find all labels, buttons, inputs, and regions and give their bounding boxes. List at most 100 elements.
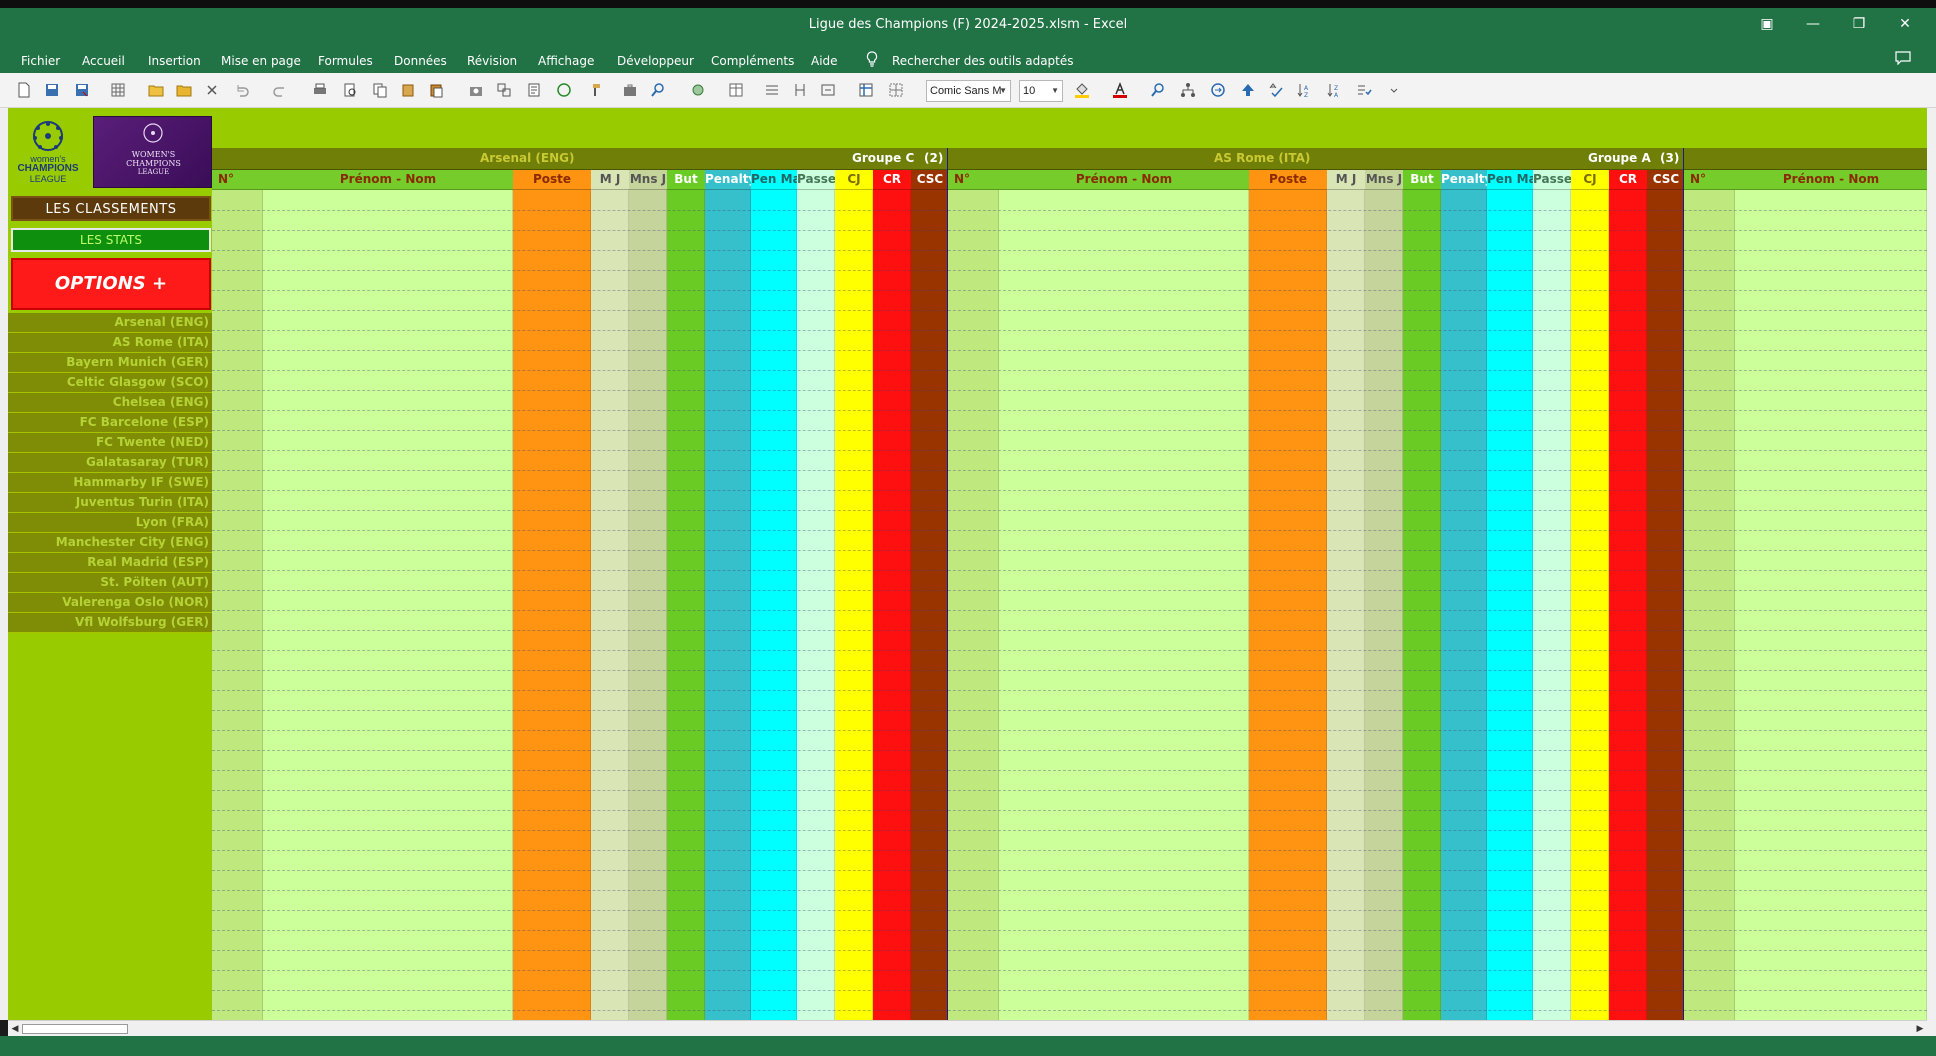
menu-mise-en-page[interactable]: Mise en page xyxy=(221,51,301,71)
column-body[interactable] xyxy=(1647,170,1685,1020)
page-icon[interactable] xyxy=(526,82,542,98)
redo-icon[interactable] xyxy=(272,82,288,98)
column-body[interactable] xyxy=(873,170,911,1020)
stats-button[interactable]: LES STATS xyxy=(11,228,211,252)
column-header[interactable]: Poste xyxy=(1249,170,1327,190)
column-body[interactable] xyxy=(1487,170,1533,1020)
team-link[interactable]: St. Pölten (AUT) xyxy=(8,573,212,593)
column-body[interactable] xyxy=(948,170,999,1020)
column-header[interactable]: N° xyxy=(212,170,263,190)
close-button[interactable]: ✕ xyxy=(1890,14,1920,34)
row-height-icon[interactable] xyxy=(764,82,780,98)
menu-revision[interactable]: Révision xyxy=(467,51,517,71)
column-body[interactable] xyxy=(591,170,629,1020)
scroll-left-icon[interactable]: ◀ xyxy=(8,1021,22,1037)
column-header[interactable]: N° xyxy=(1684,170,1735,190)
minimize-button[interactable]: — xyxy=(1798,14,1828,34)
font-name-select[interactable]: Comic Sans M ▼ xyxy=(926,80,1011,102)
column-body[interactable] xyxy=(1249,170,1327,1020)
column-header[interactable]: But xyxy=(1403,170,1441,190)
team-link[interactable]: Vfl Wolfsburg (GER) xyxy=(8,613,212,633)
menu-accueil[interactable]: Accueil xyxy=(82,51,125,71)
column-body[interactable] xyxy=(1571,170,1609,1020)
arrow-up-icon[interactable] xyxy=(1240,82,1256,98)
scroll-thumb[interactable] xyxy=(22,1024,128,1034)
horizontal-scrollbar[interactable]: ◀ ▶ xyxy=(8,1020,1927,1036)
column-body[interactable] xyxy=(263,170,513,1020)
column-width-icon[interactable] xyxy=(792,82,808,98)
column-body[interactable] xyxy=(1403,170,1441,1020)
table-icon[interactable] xyxy=(728,82,744,98)
scroll-right-icon[interactable]: ▶ xyxy=(1913,1021,1927,1037)
column-header[interactable]: Pen Mar xyxy=(751,170,797,190)
fill-color-icon[interactable] xyxy=(1074,82,1090,98)
paste-format-icon[interactable] xyxy=(400,82,416,98)
column-header[interactable]: Penalty xyxy=(1441,170,1487,190)
team-link[interactable]: Real Madrid (ESP) xyxy=(8,553,212,573)
column-header[interactable]: Prénom - Nom xyxy=(1735,170,1927,190)
new-file-icon[interactable] xyxy=(16,82,32,98)
undo-icon[interactable] xyxy=(234,82,250,98)
column-body[interactable] xyxy=(999,170,1249,1020)
close-file-icon[interactable] xyxy=(204,82,220,98)
spellcheck-icon[interactable] xyxy=(1268,82,1284,98)
column-header[interactable]: Passe xyxy=(797,170,835,190)
format-painter-icon[interactable] xyxy=(586,82,602,98)
menu-donnees[interactable]: Données xyxy=(394,51,447,71)
search-icon[interactable] xyxy=(650,82,666,98)
column-header[interactable]: CJ xyxy=(835,170,873,190)
column-body[interactable] xyxy=(751,170,797,1020)
column-body[interactable] xyxy=(1735,170,1927,1020)
print-icon[interactable] xyxy=(312,82,328,98)
menu-insertion[interactable]: Insertion xyxy=(148,51,201,71)
circle-shape-icon[interactable] xyxy=(556,82,572,98)
column-header[interactable]: But xyxy=(667,170,705,190)
column-body[interactable] xyxy=(1684,170,1735,1020)
worksheet[interactable]: women's CHAMPIONS LEAGUE WOMEN'S CHAMPIO… xyxy=(8,108,1927,1020)
menu-developpeur[interactable]: Développeur xyxy=(617,51,694,71)
go-icon[interactable] xyxy=(1210,82,1226,98)
column-body[interactable] xyxy=(911,170,949,1020)
menu-aide[interactable]: Aide xyxy=(811,51,838,71)
column-body[interactable] xyxy=(513,170,591,1020)
link-icon[interactable] xyxy=(496,82,512,98)
menu-formules[interactable]: Formules xyxy=(318,51,373,71)
checklist-icon[interactable] xyxy=(1356,82,1372,98)
hierarchy-icon[interactable] xyxy=(1180,82,1196,98)
column-header[interactable]: CR xyxy=(1609,170,1647,190)
column-body[interactable] xyxy=(705,170,751,1020)
column-header[interactable]: Poste xyxy=(513,170,591,190)
column-header[interactable]: CR xyxy=(873,170,911,190)
team-link[interactable]: Hammarby IF (SWE) xyxy=(8,473,212,493)
menu-fichier[interactable]: Fichier xyxy=(21,51,60,71)
column-body[interactable] xyxy=(1609,170,1647,1020)
vertical-scrollbar[interactable] xyxy=(1927,108,1936,1036)
team-link[interactable]: FC Barcelone (ESP) xyxy=(8,413,212,433)
stats-grid[interactable]: Arsenal (ENG) Groupe C (2) N° Prénom - Nom Po… xyxy=(212,108,1927,1020)
team-link[interactable]: Celtic Glasgow (SCO) xyxy=(8,373,212,393)
column-header[interactable]: CSC xyxy=(1647,170,1685,190)
team-link[interactable]: Bayern Munich (GER) xyxy=(8,353,212,373)
column-header[interactable]: M J xyxy=(591,170,629,190)
search-tools-input[interactable]: Rechercher des outils adaptés xyxy=(892,51,1074,71)
paste-icon[interactable] xyxy=(428,82,444,98)
save-as-icon[interactable] xyxy=(74,82,90,98)
team-link[interactable]: Valerenga Oslo (NOR) xyxy=(8,593,212,613)
team-link[interactable]: Manchester City (ENG) xyxy=(8,533,212,553)
column-header[interactable]: Passe xyxy=(1533,170,1571,190)
team-link[interactable]: Lyon (FRA) xyxy=(8,513,212,533)
camera-icon[interactable] xyxy=(468,82,484,98)
column-body[interactable] xyxy=(1365,170,1403,1020)
menu-affichage[interactable]: Affichage xyxy=(538,51,594,71)
print-preview-icon[interactable] xyxy=(342,82,358,98)
maximize-button[interactable]: ❐ xyxy=(1844,14,1874,34)
comment-icon[interactable] xyxy=(1895,51,1911,71)
column-header[interactable]: Prénom - Nom xyxy=(263,170,513,190)
team-link[interactable]: Juventus Turin (ITA) xyxy=(8,493,212,513)
column-header[interactable]: CSC xyxy=(911,170,949,190)
column-header[interactable]: N° xyxy=(948,170,999,190)
sort-ascending-icon[interactable]: AZ xyxy=(1296,82,1312,98)
column-body[interactable] xyxy=(212,170,263,1020)
menu-complements[interactable]: Compléments xyxy=(711,51,794,71)
column-body[interactable] xyxy=(1441,170,1487,1020)
